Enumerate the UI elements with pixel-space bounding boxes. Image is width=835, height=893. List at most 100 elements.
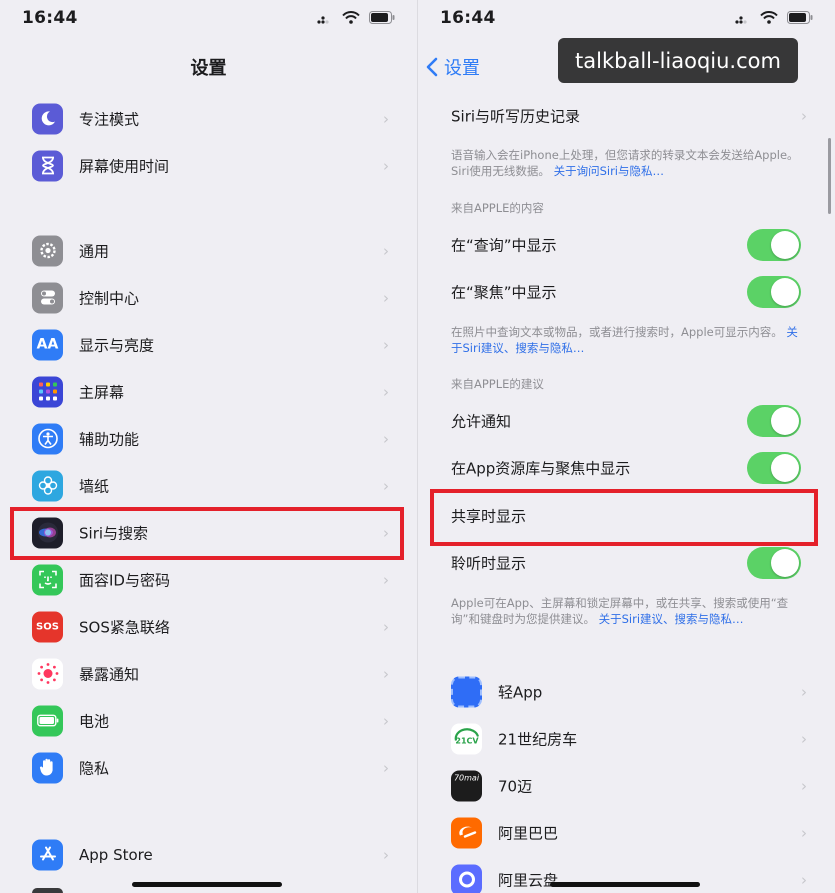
app-label: 轻App	[498, 683, 543, 701]
text-size-icon: AA	[32, 329, 63, 360]
chevron-right-icon: ›	[383, 335, 389, 354]
settings-item-app-store[interactable]: App Store ›	[0, 831, 417, 878]
chevron-right-icon: ›	[383, 382, 389, 401]
app-label: 21世纪房车	[498, 730, 578, 748]
app-row-70mai[interactable]: 70mai 70迈 ›	[418, 762, 835, 809]
page-title: 设置	[190, 58, 227, 79]
app-label: 阿里云盘	[498, 871, 559, 889]
settings-item-display[interactable]: AA 显示与亮度 ›	[0, 321, 417, 368]
settings-item-label: 辅助功能	[79, 430, 140, 448]
settings-item-label: 通用	[79, 242, 110, 260]
settings-item-face-id[interactable]: 面容ID与密码 ›	[0, 556, 417, 603]
settings-item-control-center[interactable]: 控制中心 ›	[0, 274, 417, 321]
chevron-right-icon: ›	[383, 664, 389, 683]
settings-item-label: SOS紧急联络	[79, 618, 170, 636]
toggles-icon	[32, 282, 63, 313]
scrollbar[interactable]	[828, 138, 831, 214]
row-label: 在“聚焦”中显示	[451, 283, 557, 301]
highlight-box	[10, 507, 404, 560]
aliyun-drive-icon	[451, 864, 482, 893]
toggle-switch[interactable]	[747, 275, 801, 308]
status-bar: 16:44	[0, 8, 417, 30]
settings-item-label: 屏幕使用时间	[79, 157, 170, 175]
settings-item-label: App Store	[79, 845, 153, 864]
settings-item-wallpaper[interactable]: 墙纸 ›	[0, 462, 417, 509]
moon-icon	[32, 103, 63, 134]
siri-suggestions-link[interactable]: 关于Siri建议、搜索与隐私…	[599, 612, 744, 626]
show-when-listening-row: 聆听时显示	[418, 539, 835, 586]
settings-item-home-screen[interactable]: 主屏幕 ›	[0, 368, 417, 415]
hourglass-icon	[32, 150, 63, 181]
siri-history-row[interactable]: Siri与听写历史记录 ›	[418, 92, 835, 139]
watermark: talkball-liaoqiu.com	[558, 38, 798, 83]
chevron-right-icon: ›	[801, 823, 807, 842]
settings-item-label: 控制中心	[79, 289, 140, 307]
wallet-icon	[32, 888, 63, 893]
settings-item-privacy[interactable]: 隐私 ›	[0, 744, 417, 791]
app-row-qing-app[interactable]: 轻App ›	[418, 668, 835, 715]
wifi-icon	[342, 11, 360, 24]
battery-status-icon	[787, 11, 813, 24]
app-row-aliyun-drive[interactable]: 阿里云盘 ›	[418, 856, 835, 893]
show-in-spotlight-row: 在“聚焦”中显示	[418, 268, 835, 315]
chevron-right-icon: ›	[801, 682, 807, 701]
settings-item-label: 显示与亮度	[79, 336, 155, 354]
show-in-app-library-row: 在App资源库与聚焦中显示	[418, 444, 835, 491]
toggle-switch[interactable]	[747, 546, 801, 579]
toggle-switch[interactable]	[747, 404, 801, 437]
status-icons	[317, 11, 395, 24]
row-label: 在“查询”中显示	[451, 236, 557, 254]
alibaba-icon	[451, 817, 482, 848]
chevron-right-icon: ›	[383, 711, 389, 730]
chevron-right-icon: ›	[801, 106, 807, 125]
app-label: 70迈	[498, 777, 533, 795]
chevron-right-icon: ›	[383, 241, 389, 260]
settings-item-label: 墙纸	[79, 477, 110, 495]
chevron-right-icon: ›	[801, 729, 807, 748]
row-label: 允许通知	[451, 412, 512, 430]
settings-item-screen-time[interactable]: 屏幕使用时间 ›	[0, 142, 417, 189]
exposure-icon	[32, 658, 63, 689]
settings-item-emergency-sos[interactable]: SOS SOS紧急联络 ›	[0, 603, 417, 650]
settings-item-label: 主屏幕	[79, 383, 125, 401]
settings-item-label: 暴露通知	[79, 665, 140, 683]
settings-item-battery[interactable]: 电池 ›	[0, 697, 417, 744]
gear-icon	[32, 235, 63, 266]
settings-item-accessibility[interactable]: 辅助功能 ›	[0, 415, 417, 462]
chevron-right-icon: ›	[383, 109, 389, 128]
chevron-right-icon: ›	[383, 429, 389, 448]
settings-panel: 16:44 设置 专注模式 › 屏幕使用时间 › 通用 › 控制中心 › AA …	[0, 0, 417, 893]
chevron-right-icon: ›	[383, 617, 389, 636]
row-label: 在App资源库与聚焦中显示	[451, 459, 631, 477]
row-label: Siri与听写历史记录	[451, 107, 581, 125]
chevron-right-icon: ›	[383, 156, 389, 175]
rv21-icon: 21CV	[451, 723, 482, 754]
back-button[interactable]: 设置	[426, 54, 480, 80]
highlight-box	[430, 489, 818, 546]
signal-icon	[317, 15, 329, 24]
siri-privacy-link[interactable]: 关于询问Siri与隐私…	[554, 164, 664, 178]
settings-item-focus[interactable]: 专注模式 ›	[0, 95, 417, 142]
qing-app-icon	[451, 676, 482, 707]
settings-item-exposure[interactable]: 暴露通知 ›	[0, 650, 417, 697]
chevron-right-icon: ›	[801, 776, 807, 795]
settings-item-label: 专注模式	[79, 110, 140, 128]
app-label: 阿里巴巴	[498, 824, 559, 842]
toggle-switch[interactable]	[747, 451, 801, 484]
svg-text:21CV: 21CV	[455, 737, 479, 746]
settings-item-label: 隐私	[79, 759, 110, 777]
battery-status-icon	[369, 11, 395, 24]
app-row-alibaba[interactable]: 阿里巴巴 ›	[418, 809, 835, 856]
settings-item-general[interactable]: 通用 ›	[0, 227, 417, 274]
allow-notifications-row: 允许通知	[418, 397, 835, 444]
show-in-lookup-row: 在“查询”中显示	[418, 221, 835, 268]
status-time: 16:44	[22, 8, 78, 28]
status-bar: 16:44	[418, 8, 835, 30]
footnote-siri-privacy: 语音输入会在iPhone上处理，但您请求的转录文本会发送给Apple。Siri使…	[451, 148, 799, 178]
chevron-right-icon: ›	[801, 870, 807, 889]
toggle-switch[interactable]	[747, 228, 801, 261]
sos-icon: SOS	[32, 611, 63, 642]
siri-settings-panel: 16:44 设置 Siri与听写历史记录 › 语音输入会在iPhone上处理，但…	[418, 0, 835, 893]
app-row-21rv[interactable]: 21CV 21世纪房车 ›	[418, 715, 835, 762]
settings-item-label: 面容ID与密码	[79, 571, 170, 589]
